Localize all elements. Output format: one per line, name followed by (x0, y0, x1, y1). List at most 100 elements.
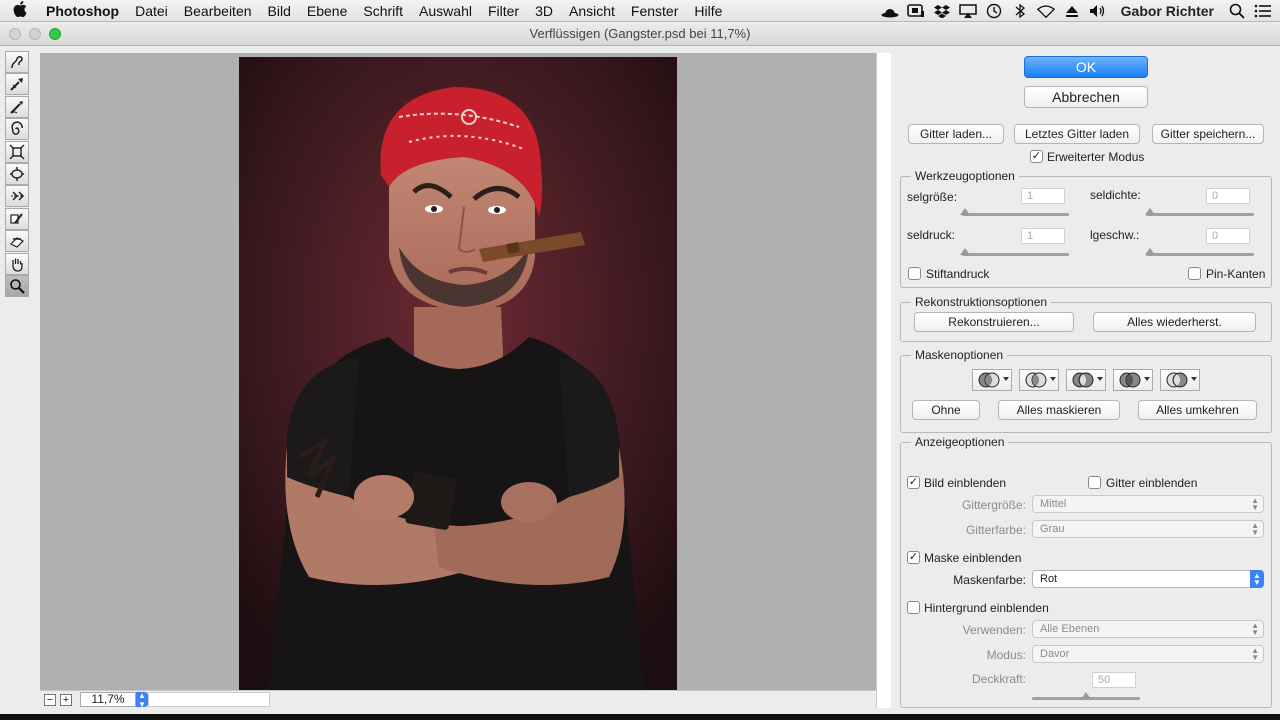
mask-replace-icon (978, 372, 1000, 388)
mesh-color-select[interactable]: Grau ▲ ▼ (1032, 520, 1264, 538)
smooth-tool-icon[interactable] (5, 95, 29, 118)
reconstruct-button[interactable]: Rekonstruieren... (914, 312, 1074, 332)
show-mask-checkbox[interactable]: ✓ (907, 551, 920, 564)
menu-filter[interactable]: Filter (480, 3, 527, 19)
volume-icon[interactable] (1089, 3, 1107, 19)
apple-menu-icon[interactable] (0, 0, 40, 21)
twirl-tool-icon[interactable] (5, 118, 29, 141)
brush-rate-label: lgeschw.: (1090, 228, 1140, 242)
airplay-icon[interactable] (958, 3, 977, 19)
brush-pressure-label: seldruck: (907, 228, 956, 242)
zoom-tool-icon[interactable] (5, 274, 29, 297)
thaw-mask-tool-icon[interactable] (5, 230, 29, 253)
dropbox-icon[interactable] (933, 3, 951, 19)
menu-fenster[interactable]: Fenster (623, 3, 686, 19)
brush-rate-field[interactable]: 0 (1206, 228, 1250, 244)
mask-none-button[interactable]: Ohne (912, 400, 980, 420)
mask-color-select[interactable]: Rot ▲ ▼ (1032, 570, 1264, 588)
notification-center-icon[interactable] (1254, 3, 1272, 19)
spotlight-search-icon[interactable] (1228, 3, 1246, 19)
forward-warp-tool-icon[interactable] (5, 51, 29, 73)
load-last-mesh-button[interactable]: Letztes Gitter laden (1014, 124, 1140, 144)
zoom-in-button[interactable]: + (60, 693, 72, 706)
show-image-checkbox[interactable]: ✓ (907, 476, 920, 489)
time-machine-icon[interactable] (985, 3, 1003, 19)
creative-cloud-icon[interactable] (906, 3, 925, 19)
opacity-label: Deckkraft: (971, 672, 1026, 686)
preview-canvas[interactable] (40, 53, 876, 690)
mask-subtract-button[interactable] (1066, 369, 1106, 391)
use-label: Verwenden: (962, 623, 1026, 637)
mask-replace-button[interactable] (972, 369, 1012, 391)
brush-rate-slider-knob[interactable] (1145, 248, 1155, 255)
select-arrows-icon: ▲ ▼ (1251, 496, 1259, 512)
brush-size-field[interactable]: 1 (1021, 188, 1065, 204)
bluetooth-icon[interactable] (1011, 3, 1029, 19)
mesh-size-select[interactable]: Mittel ▲ ▼ (1032, 495, 1264, 513)
brush-pressure-field[interactable]: 1 (1021, 228, 1065, 244)
menu-hilfe[interactable]: Hilfe (686, 3, 730, 19)
select-arrows-icon: ▲ ▼ (1250, 570, 1264, 588)
menu-datei[interactable]: Datei (127, 3, 176, 19)
brush-pressure-slider[interactable] (962, 253, 1069, 256)
brush-size-slider[interactable] (962, 213, 1069, 216)
brush-density-slider-knob[interactable] (1145, 208, 1155, 215)
use-select[interactable]: Alle Ebenen ▲ ▼ (1032, 620, 1264, 638)
brush-size-slider-knob[interactable] (960, 208, 970, 215)
show-backdrop-checkbox[interactable] (907, 601, 920, 614)
eject-icon[interactable] (1063, 3, 1081, 19)
brush-rate-slider[interactable] (1146, 253, 1254, 256)
stylus-pressure-checkbox[interactable] (908, 267, 921, 280)
opacity-field[interactable]: 50 (1092, 672, 1136, 688)
cancel-button[interactable]: Abbrechen (1024, 86, 1148, 108)
bowler-hat-icon[interactable] (881, 3, 899, 19)
mask-all-button[interactable]: Alles maskieren (998, 400, 1120, 420)
window-title: Verflüssigen (Gangster.psd bei 11,7%) (529, 26, 751, 41)
show-image-label: Bild einblenden (924, 476, 1007, 490)
hand-tool-icon[interactable] (5, 252, 29, 275)
zoom-level-field[interactable]: 11,7% (80, 692, 136, 707)
menu-bearbeiten[interactable]: Bearbeiten (176, 3, 260, 19)
zoom-dropdown-icon[interactable]: ▲ ▼ (136, 691, 148, 709)
brush-pressure-slider-knob[interactable] (960, 248, 970, 255)
advanced-mode-checkbox[interactable]: ✓ (1030, 150, 1043, 163)
brush-density-slider[interactable] (1146, 213, 1254, 216)
invert-all-button[interactable]: Alles umkehren (1138, 400, 1257, 420)
freeze-mask-tool-icon[interactable] (5, 207, 29, 230)
zoom-out-button[interactable]: − (44, 693, 56, 706)
menu-ebene[interactable]: Ebene (299, 3, 355, 19)
window-titlebar: Verflüssigen (Gangster.psd bei 11,7%) (0, 22, 1280, 46)
pin-edges-checkbox[interactable] (1188, 267, 1201, 280)
reconstruct-options-title: Rekonstruktionsoptionen (911, 295, 1052, 309)
load-mesh-button[interactable]: Gitter laden... (908, 124, 1004, 144)
mode-select[interactable]: Davor ▲ ▼ (1032, 645, 1264, 663)
bloat-tool-icon[interactable] (5, 162, 29, 185)
menu-schrift[interactable]: Schrift (355, 3, 411, 19)
zoom-statusbar: − + 11,7% ▲ ▼ (40, 690, 876, 709)
menu-bild[interactable]: Bild (260, 3, 299, 19)
wifi-icon[interactable] (1036, 3, 1055, 19)
save-mesh-button[interactable]: Gitter speichern... (1152, 124, 1264, 144)
menu-app-name[interactable]: Photoshop (40, 3, 127, 19)
options-panel: OK Abbrechen Gitter laden... Letztes Git… (892, 46, 1280, 714)
mask-invert-button[interactable] (1160, 369, 1200, 391)
mask-add-button[interactable] (1019, 369, 1059, 391)
reconstruct-tool-icon[interactable] (5, 73, 29, 96)
mask-intersect-button[interactable] (1113, 369, 1153, 391)
user-name[interactable]: Gabor Richter (1121, 3, 1214, 19)
menu-auswahl[interactable]: Auswahl (411, 3, 480, 19)
push-left-tool-icon[interactable] (5, 185, 29, 208)
pucker-tool-icon[interactable] (5, 140, 29, 163)
brush-density-label: seldichte: (1090, 188, 1141, 202)
opacity-slider-knob[interactable] (1081, 692, 1091, 699)
show-mesh-label: Gitter einblenden (1106, 476, 1198, 490)
vertical-scrollbar[interactable] (876, 53, 891, 708)
menu-3d[interactable]: 3D (527, 3, 561, 19)
mesh-size-value: Mittel (1040, 498, 1067, 510)
show-mesh-checkbox[interactable] (1088, 476, 1101, 489)
brush-density-field[interactable]: 0 (1206, 188, 1250, 204)
menu-ansicht[interactable]: Ansicht (561, 3, 623, 19)
ok-button[interactable]: OK (1024, 56, 1148, 78)
restore-all-button[interactable]: Alles wiederherst. (1093, 312, 1256, 332)
liquify-toolbar (5, 51, 33, 297)
